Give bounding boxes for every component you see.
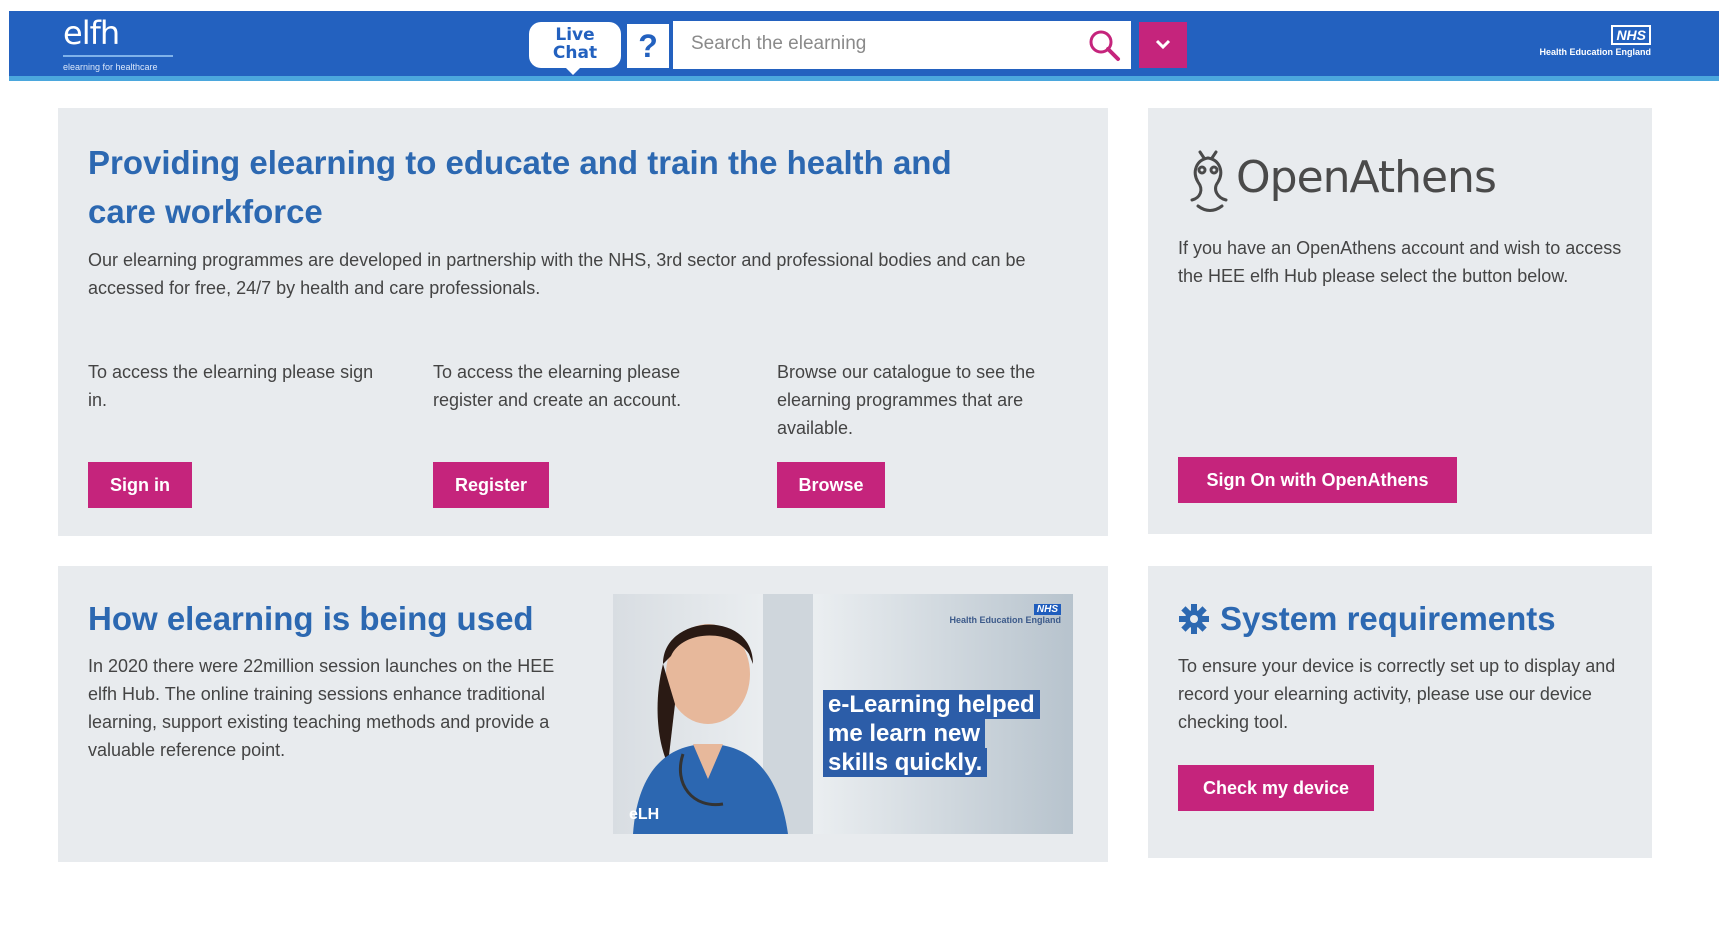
- menu-dropdown-button[interactable]: [1139, 22, 1187, 68]
- openathens-wordmark: OpenAthens: [1236, 152, 1497, 203]
- browse-button[interactable]: Browse: [777, 462, 885, 508]
- promo-nhs-subtitle: Health Education England: [949, 615, 1061, 625]
- openathens-owl-icon: [1190, 150, 1228, 212]
- system-requirements-title: System requirements: [1178, 596, 1556, 642]
- usage-panel: How elearning is being used In 2020 ther…: [58, 566, 1108, 862]
- live-chat-line2: Chat: [552, 43, 598, 63]
- promo-nhs-badge: NHS: [1033, 604, 1061, 615]
- live-chat-button[interactable]: Live Chat: [529, 22, 621, 75]
- check-my-device-button[interactable]: Check my device: [1178, 765, 1374, 811]
- promo-caption-line: e-Learning helped: [823, 690, 1040, 719]
- logo-underline: [63, 55, 173, 57]
- promo-caption-line: skills quickly.: [823, 748, 988, 777]
- search-input[interactable]: [673, 21, 1063, 67]
- search-icon[interactable]: [1087, 28, 1121, 62]
- promo-image: NHS Health Education England e-Learning …: [613, 594, 1073, 834]
- promo-caption: e-Learning helped me learn new skills qu…: [823, 690, 1040, 777]
- system-requirements-description: To ensure your device is correctly set u…: [1178, 656, 1616, 732]
- sign-in-button[interactable]: Sign in: [88, 462, 192, 508]
- nhs-subtitle: Health Education England: [1539, 47, 1651, 57]
- search-box: [673, 21, 1131, 69]
- intro-panel: Providing elearning to educate and train…: [58, 108, 1108, 536]
- nhs-badge: NHS: [1611, 25, 1651, 45]
- gear-icon: [1179, 604, 1209, 634]
- system-requirements-label: System requirements: [1220, 600, 1556, 637]
- live-chat-line1: Live: [555, 25, 595, 45]
- intro-description: Our elearning programmes are developed i…: [88, 250, 1026, 298]
- system-requirements-panel: System requirements To ensure your devic…: [1148, 566, 1652, 858]
- openathens-panel: OpenAthens If you have an OpenAthens acc…: [1148, 108, 1652, 534]
- register-button[interactable]: Register: [433, 462, 549, 508]
- nurse-illustration: [633, 594, 813, 834]
- promo-elh-logo: eLH: [629, 806, 660, 823]
- signin-text: To access the elearning please sign in.: [88, 362, 374, 410]
- page-headline: Providing elearning to educate and train…: [88, 144, 952, 230]
- browse-text: Browse our catalogue to see the elearnin…: [777, 362, 1036, 438]
- help-button[interactable]: ?: [627, 24, 669, 68]
- register-text: To access the elearning please register …: [433, 362, 682, 410]
- promo-nhs-logo: NHS Health Education England: [949, 604, 1061, 625]
- nhs-hee-logo: NHS Health Education England: [1539, 25, 1651, 57]
- chevron-down-icon: [1155, 39, 1171, 50]
- logo-tagline: elearning for healthcare: [63, 62, 158, 72]
- openathens-description: If you have an OpenAthens account and wi…: [1178, 238, 1622, 286]
- promo-caption-line: me learn new: [823, 719, 986, 748]
- usage-title: How elearning is being used: [88, 600, 534, 637]
- logo-wordmark: elfh: [63, 14, 120, 52]
- usage-description: In 2020 there were 22million session lau…: [88, 656, 555, 760]
- openathens-signon-button[interactable]: Sign On with OpenAthens: [1178, 457, 1457, 503]
- elfh-logo[interactable]: elfh elearning for healthcare: [63, 14, 173, 72]
- site-header: elfh elearning for healthcare Live Chat …: [9, 11, 1719, 81]
